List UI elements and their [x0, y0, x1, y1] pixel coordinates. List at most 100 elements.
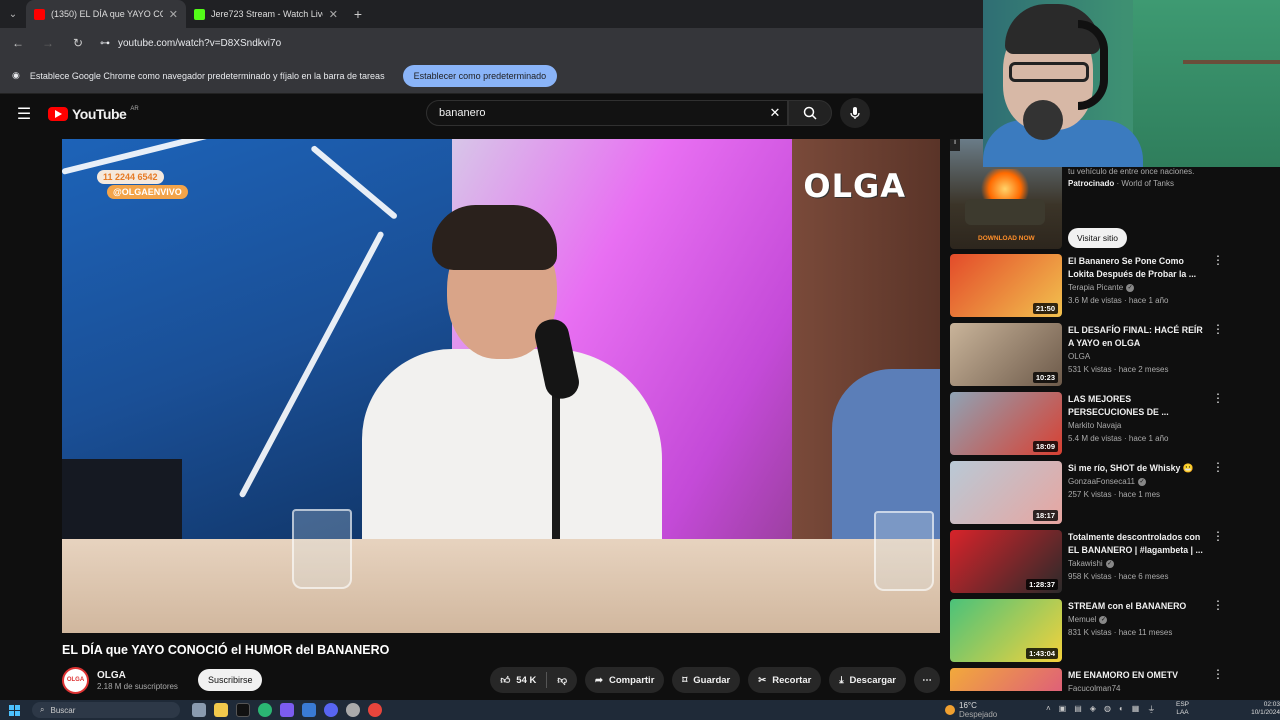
- new-tab-icon[interactable]: +: [346, 6, 370, 22]
- close-tab-icon[interactable]: ✕: [169, 8, 178, 21]
- visit-site-button[interactable]: Visitar sitio: [1068, 228, 1127, 248]
- dislike-button[interactable]: 👎︎: [547, 667, 577, 693]
- settings-icon[interactable]: [346, 703, 360, 717]
- weather-temp: 16°C: [959, 701, 977, 710]
- recommendation-thumbnail[interactable]: 10:23: [950, 323, 1062, 386]
- forward-icon[interactable]: →: [40, 36, 56, 50]
- recommendation-channel[interactable]: OLGA: [1068, 352, 1090, 361]
- tiktok-icon[interactable]: [236, 703, 250, 717]
- youtube-logo[interactable]: YouTube AR: [48, 106, 139, 122]
- more-actions-button[interactable]: ⋯: [914, 667, 940, 693]
- app-icon[interactable]: [280, 703, 294, 717]
- system-tray: ˄ ▣ ▤ ◈ ◍ ◐ ▦ ⏚: [1046, 704, 1155, 715]
- clip-button[interactable]: ✂ Recortar: [748, 667, 822, 693]
- set-default-button[interactable]: Establecer como predeterminado: [402, 64, 558, 87]
- recommendation-title[interactable]: EL DESAFÍO FINAL: HACÉ REÍR A YAYO en OL…: [1068, 324, 1208, 350]
- recommendation-title[interactable]: Totalmente descontrolados con EL BANANER…: [1068, 531, 1208, 557]
- close-tab-icon[interactable]: ✕: [329, 8, 338, 21]
- share-button[interactable]: ➦ Compartir: [585, 667, 665, 693]
- voice-search-button[interactable]: [840, 98, 870, 128]
- recommendation-channel[interactable]: Takawishi: [1068, 559, 1103, 568]
- windows-start-icon[interactable]: [0, 704, 28, 716]
- tray-app-icon[interactable]: ◐: [1119, 704, 1124, 715]
- recommendation-thumbnail[interactable]: [950, 668, 1062, 691]
- search-input[interactable]: bananero ✕: [426, 100, 788, 126]
- weather-widget[interactable]: 16°C Despejado: [945, 701, 997, 719]
- recommendation-title[interactable]: LAS MEJORES PERSECUCIONES DE ...: [1068, 393, 1208, 419]
- language-indicator[interactable]: ESP LAA: [1176, 701, 1189, 717]
- clock[interactable]: 02:03 10/1/2024: [1240, 701, 1280, 717]
- tray-app-icon[interactable]: ▦: [1132, 704, 1140, 715]
- browser-tab-kick[interactable]: Jere723 Stream - Watch Live on ✕: [186, 0, 346, 28]
- save-button[interactable]: ⌑ Guardar: [672, 667, 741, 693]
- taskbar-search[interactable]: ⌕ Buscar: [32, 702, 180, 718]
- address-bar[interactable]: ⊶ youtube.com/watch?v=D8XSndkvi7o: [100, 38, 281, 49]
- chrome-icon[interactable]: [368, 703, 382, 717]
- tab-search-dropdown-icon[interactable]: ⌄: [0, 0, 26, 28]
- recommendation-list: 21:50 El Bananero Se Pone Como Lokita Des…: [950, 251, 1230, 691]
- recommendation-thumbnail[interactable]: 1:28:37: [950, 530, 1062, 593]
- store-icon[interactable]: [302, 703, 316, 717]
- edge-icon[interactable]: [258, 703, 272, 717]
- chevron-up-icon[interactable]: ˄: [1046, 704, 1051, 715]
- more-vertical-icon[interactable]: ⋮: [1212, 461, 1224, 473]
- video-duration: 18:17: [1032, 510, 1058, 521]
- recommendation-thumbnail[interactable]: 1:43:04: [950, 599, 1062, 662]
- more-vertical-icon[interactable]: ⋮: [1212, 392, 1224, 404]
- task-view-icon[interactable]: [192, 703, 206, 717]
- tray-app-icon[interactable]: ▣: [1059, 704, 1067, 715]
- ad-info-icon[interactable]: i: [950, 139, 960, 151]
- recommendation-title[interactable]: ME ENAMORO EN OMETV: [1068, 669, 1208, 682]
- more-vertical-icon[interactable]: ⋮: [1212, 323, 1224, 335]
- search-button[interactable]: [788, 100, 832, 126]
- recommendation-item[interactable]: ME ENAMORO EN OMETV Facucolman74 ⋮: [950, 665, 1230, 691]
- recommendation-item[interactable]: 18:09 LAS MEJORES PERSECUCIONES DE ... Mar…: [950, 389, 1230, 458]
- tray-app-icon[interactable]: ◍: [1104, 704, 1111, 715]
- recommendation-thumbnail[interactable]: 18:09: [950, 392, 1062, 455]
- more-vertical-icon[interactable]: ⋮: [1212, 599, 1224, 611]
- browser-tab-youtube[interactable]: (1350) EL DÍA que YAYO CONOCIÓ ✕: [26, 0, 186, 28]
- download-button[interactable]: ⤓ Descargar: [829, 667, 906, 693]
- reload-icon[interactable]: ↻: [70, 36, 86, 50]
- ad-thumbnail-tank: [965, 199, 1045, 225]
- site-info-icon[interactable]: ⊶: [100, 38, 110, 49]
- recommendation-channel[interactable]: Markito Navaja: [1068, 421, 1121, 430]
- weather-sun-icon: [945, 705, 955, 715]
- recommendation-thumbnail[interactable]: 18:17: [950, 461, 1062, 524]
- recommendation-meta: Si me río, SHOT de Whisky 😬 GonzaaFonseca…: [1068, 462, 1208, 499]
- recommendation-item[interactable]: 21:50 El Bananero Se Pone Como Lokita Des…: [950, 251, 1230, 320]
- back-icon[interactable]: ←: [10, 36, 26, 50]
- menu-icon[interactable]: ☰: [0, 104, 48, 124]
- discord-icon[interactable]: [324, 703, 338, 717]
- clear-search-icon[interactable]: ✕: [763, 105, 787, 121]
- recommendation-title[interactable]: Si me río, SHOT de Whisky 😬: [1068, 462, 1208, 475]
- recommendation-channel[interactable]: Facucolman74: [1068, 684, 1120, 691]
- video-player[interactable]: 11 2244 6542 @OLGAENVIVO OLGA: [62, 139, 940, 633]
- chrome-icon: ◉: [12, 70, 20, 80]
- subscribe-button[interactable]: Suscribirse: [197, 669, 263, 691]
- recommendation-channel[interactable]: Memuel: [1068, 615, 1096, 624]
- more-vertical-icon[interactable]: ⋮: [1212, 254, 1224, 266]
- more-vertical-icon[interactable]: ⋮: [1212, 530, 1224, 542]
- recommendation-item[interactable]: 1:43:04 STREAM con el BANANERO Memuel ✓ 831 …: [950, 596, 1230, 665]
- tray-app-icon[interactable]: ◈: [1090, 704, 1096, 715]
- recommendation-channel[interactable]: GonzaaFonseca11: [1068, 477, 1135, 486]
- file-explorer-icon[interactable]: [214, 703, 228, 717]
- recommendation-item[interactable]: 18:17 Si me río, SHOT de Whisky 😬 GonzaaFo…: [950, 458, 1230, 527]
- recommendation-thumbnail[interactable]: 21:50: [950, 254, 1062, 317]
- channel-name[interactable]: OLGA: [97, 670, 178, 681]
- recommendation-item[interactable]: 10:23 EL DESAFÍO FINAL: HACÉ REÍR A YAYO …: [950, 320, 1230, 389]
- microphone-tray-icon[interactable]: ⏚: [1147, 704, 1155, 715]
- more-vertical-icon[interactable]: ⋮: [1212, 668, 1224, 680]
- recommendation-item[interactable]: 1:28:37 Totalmente descontrolados con EL …: [950, 527, 1230, 596]
- channel-avatar[interactable]: OLGA: [62, 666, 89, 694]
- recommendation-channel[interactable]: Terapia Picante: [1068, 283, 1123, 292]
- recommendation-meta: Totalmente descontrolados con EL BANANER…: [1068, 531, 1208, 581]
- recommendation-title[interactable]: STREAM con el BANANERO: [1068, 600, 1208, 613]
- tray-app-icon[interactable]: ▤: [1074, 704, 1082, 715]
- recommendation-title[interactable]: El Bananero Se Pone Como Lokita Después …: [1068, 255, 1208, 281]
- recommendation-channel-line: OLGA: [1068, 352, 1208, 361]
- recommendation-stats: 831 K vistas · hace 11 meses: [1068, 628, 1173, 637]
- thumbs-up-icon: 👍︎: [500, 675, 511, 686]
- like-button[interactable]: 👍︎ 54 K: [490, 667, 546, 693]
